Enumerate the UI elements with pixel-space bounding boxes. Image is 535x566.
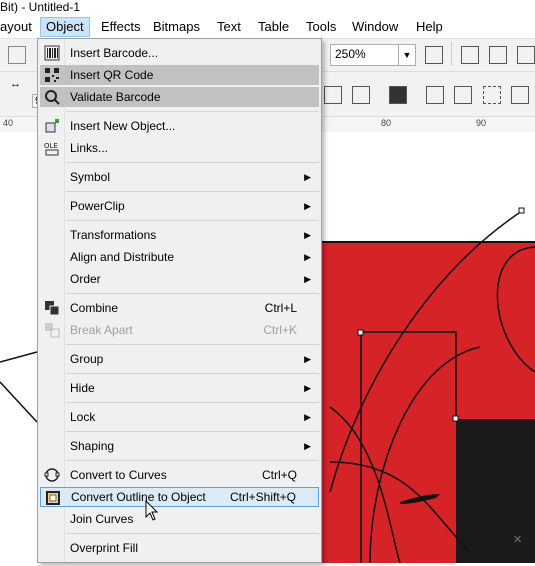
rulers-icon[interactable] (461, 46, 479, 64)
menu-item-transformations[interactable]: Transformations ▶ (40, 225, 319, 245)
ruler-label: 90 (476, 118, 487, 128)
menu-item-hide[interactable]: Hide ▶ (40, 378, 319, 398)
menu-item-shaping[interactable]: Shaping ▶ (40, 436, 319, 456)
ruler-label: 80 (381, 118, 392, 128)
weld-icon[interactable] (426, 86, 444, 104)
window-title: Bit) - Untitled-1 (0, 0, 535, 16)
convert-outline-icon (46, 491, 60, 505)
zoom-fit-icon[interactable] (425, 46, 443, 64)
new-object-icon (45, 119, 59, 133)
combine-icon (45, 301, 60, 316)
menu-help[interactable]: Help (416, 18, 443, 36)
magnifier-icon (45, 90, 60, 105)
object-menu: Insert Barcode... Insert QR Code Validat… (37, 38, 322, 563)
menu-effects[interactable]: Effects (101, 18, 141, 36)
menu-bar: ayout Object Effects Bitmaps Text Table … (0, 16, 535, 39)
dark-rectangle[interactable] (456, 419, 535, 566)
submenu-arrow-icon: ▶ (304, 252, 311, 262)
menu-item-group[interactable]: Group ▶ (40, 349, 319, 369)
submenu-arrow-icon: ▶ (304, 230, 311, 240)
menu-item-powerclip[interactable]: PowerClip ▶ (40, 196, 319, 216)
page-icon[interactable] (8, 46, 26, 64)
menu-item-break-apart: Break Apart Ctrl+K (40, 320, 319, 340)
barcode-icon (44, 45, 60, 61)
menu-item-validate-barcode[interactable]: Validate Barcode (40, 87, 319, 107)
menu-item-convert-to-curves[interactable]: Convert to Curves Ctrl+Q (40, 465, 319, 485)
guidelines-icon[interactable] (517, 46, 535, 64)
svg-text:✕: ✕ (513, 533, 522, 546)
intersect-icon[interactable] (483, 86, 501, 104)
ruler-label: 40 (3, 118, 14, 128)
menu-item-symbol[interactable]: Symbol ▶ (40, 167, 319, 187)
submenu-arrow-icon: ▶ (304, 383, 311, 393)
mouse-cursor-icon (145, 500, 159, 521)
submenu-arrow-icon: ▶ (304, 201, 311, 211)
menu-item-lock[interactable]: Lock ▶ (40, 407, 319, 427)
submenu-arrow-icon: ▶ (304, 441, 311, 451)
trim-icon[interactable] (454, 86, 472, 104)
grid-icon[interactable] (489, 46, 507, 64)
menu-table[interactable]: Table (258, 18, 289, 36)
submenu-arrow-icon: ▶ (304, 354, 311, 364)
qr-code-icon (45, 68, 59, 82)
submenu-arrow-icon: ▶ (304, 172, 311, 182)
menu-item-join-curves[interactable]: Join Curves (40, 509, 319, 529)
submenu-arrow-icon: ▶ (304, 412, 311, 422)
menu-item-insert-barcode[interactable]: Insert Barcode... (40, 43, 319, 63)
convert-curves-icon (44, 468, 60, 482)
zoom-combobox[interactable]: 250% ▼ (330, 44, 416, 66)
width-icon: ↔ (10, 78, 21, 90)
menu-item-convert-outline-to-object[interactable]: Convert Outline to Object Ctrl+Shift+Q (40, 487, 319, 507)
distribute-icon[interactable] (352, 86, 370, 104)
menu-item-combine[interactable]: Combine Ctrl+L (40, 298, 319, 318)
menu-text[interactable]: Text (217, 18, 241, 36)
svg-text:OLE: OLE (44, 142, 58, 150)
submenu-arrow-icon: ▶ (304, 274, 311, 284)
order-icon[interactable] (389, 86, 407, 104)
simplify-icon[interactable] (511, 86, 529, 104)
ole-icon: OLE (44, 142, 59, 156)
align-icon[interactable] (324, 86, 342, 104)
menu-bitmaps[interactable]: Bitmaps (153, 18, 200, 36)
menu-item-align-distribute[interactable]: Align and Distribute ▶ (40, 247, 319, 267)
menu-tools[interactable]: Tools (306, 18, 336, 36)
menu-item-insert-qr-code[interactable]: Insert QR Code (40, 65, 319, 85)
menu-item-overprint-fill[interactable]: Overprint Fill (40, 538, 319, 558)
zoom-value: 250% (335, 47, 366, 61)
menu-layout[interactable]: ayout (0, 18, 32, 36)
break-apart-icon (45, 323, 60, 338)
menu-object[interactable]: Object (40, 17, 90, 37)
menu-window[interactable]: Window (352, 18, 398, 36)
menu-item-insert-new-object[interactable]: Insert New Object... (40, 116, 319, 136)
menu-item-links[interactable]: OLE Links... (40, 138, 319, 158)
menu-item-order[interactable]: Order ▶ (40, 269, 319, 289)
chevron-down-icon[interactable]: ▼ (398, 45, 415, 65)
